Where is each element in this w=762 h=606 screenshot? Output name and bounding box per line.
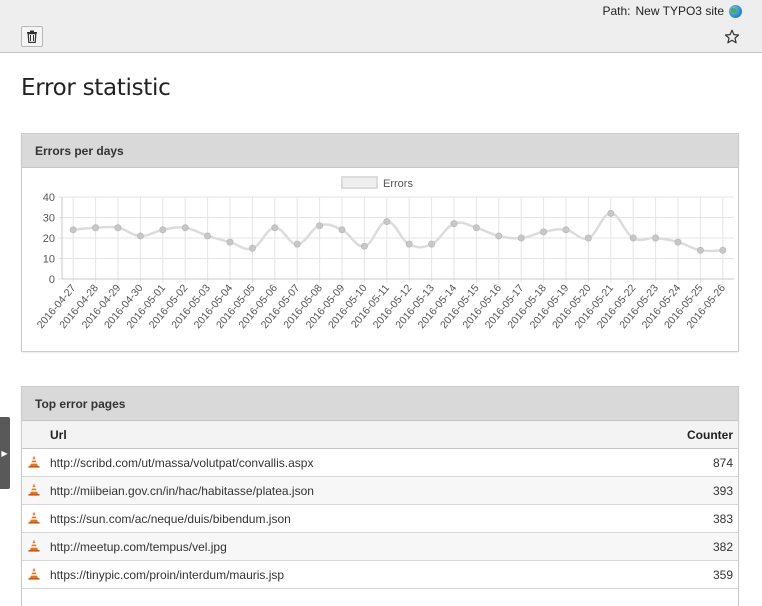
data-point [584,234,592,242]
warning-cone-icon [22,476,46,505]
data-point [696,246,704,254]
counter-column-header: Counter [621,421,738,449]
url-cell[interactable]: https://sun.com/ac/neque/duis/bibendum.j… [46,504,622,533]
url-cell[interactable]: http://meetup.com/tempus/vel.jpg [46,532,622,561]
url-cell[interactable]: http://scribd.com/ut/massa/volutpat/conv… [46,448,622,477]
panel-heading: Top error pages [22,387,738,421]
warning-cone-icon [22,504,46,533]
data-point [607,209,615,217]
data-point [652,234,660,242]
y-tick-label: 10 [43,254,55,266]
y-tick-label: 0 [49,274,55,286]
counter-cell: 359 [621,560,738,589]
top-error-pages-panel: Top error pages Url Counter http://scrib… [21,386,739,606]
data-point [316,222,324,230]
errors-chart: 0102030402016-04-272016-04-282016-04-292… [35,176,734,331]
data-point [159,226,167,234]
data-point [674,238,682,246]
path-site-link[interactable]: New TYPO3 site [636,4,724,18]
counter-cell: 874 [621,448,738,477]
y-tick-label: 30 [43,213,55,225]
trash-icon [27,30,37,43]
icon-column-header [22,421,46,449]
page-title: Error statistic [21,75,171,101]
data-point [450,220,458,228]
table-header-row: Url Counter [22,421,738,449]
bookmark-button[interactable] [723,28,741,46]
warning-cone-icon [22,532,46,561]
legend-label: Errors [383,178,413,190]
data-point [405,240,413,248]
data-point [540,228,548,236]
data-point [428,240,436,248]
data-point [271,224,279,232]
data-point [248,244,256,252]
data-point [629,234,637,242]
counter-cell: 383 [621,504,738,533]
url-cell[interactable]: https://tinypic.com/proin/interdum/mauri… [46,560,622,589]
table-row: http://miibeian.gov.cn/in/hac/habitasse/… [22,476,738,505]
delete-button[interactable] [21,26,43,47]
data-point [562,226,570,234]
table-row: http://meetup.com/tempus/vel.jpg 382 [22,532,738,561]
y-tick-label: 20 [43,233,55,245]
table-row: https://tinypic.com/proin/interdum/mauri… [22,560,738,589]
data-point [719,246,727,254]
chevron-right-icon: ▶ [1,448,8,458]
errors-per-days-panel: Errors per days 0 10 20 30 40 2016-04-27 2016-… [21,133,739,352]
counter-cell: 382 [621,532,738,561]
errors-series-line [73,212,723,253]
url-cell[interactable]: http://miibeian.gov.cn/in/hac/habitasse/… [46,476,622,505]
table-row: http://scribd.com/ut/massa/volutpat/conv… [22,448,738,477]
sidebar-toggle[interactable]: ▶ [0,417,10,489]
star-icon [724,29,740,44]
data-point [114,224,122,232]
data-point [517,234,525,242]
data-point [472,224,480,232]
legend-swatch [341,176,378,189]
error-pages-table: Url Counter http://scribd.com/ut/massa/v… [22,421,738,589]
data-point [204,232,212,240]
data-point [136,232,144,240]
warning-cone-icon [22,560,46,589]
doc-header: Path: New TYPO3 site [0,0,762,53]
data-point [181,224,189,232]
panel-heading: Errors per days [22,134,738,168]
y-tick-label: 40 [43,192,55,204]
counter-cell: 393 [621,476,738,505]
data-point [495,232,503,240]
url-column-header: Url [46,421,622,449]
path-label: Path: [602,4,631,18]
data-point [383,218,391,226]
data-point [338,226,346,234]
data-point [293,240,301,248]
breadcrumb-path: Path: New TYPO3 site [602,4,742,18]
globe-icon [729,4,742,18]
data-point [69,226,77,234]
data-point [360,242,368,250]
data-point [92,224,100,232]
table-row: https://sun.com/ac/neque/duis/bibendum.j… [22,504,738,533]
warning-cone-icon [22,448,46,477]
data-point [226,238,234,246]
